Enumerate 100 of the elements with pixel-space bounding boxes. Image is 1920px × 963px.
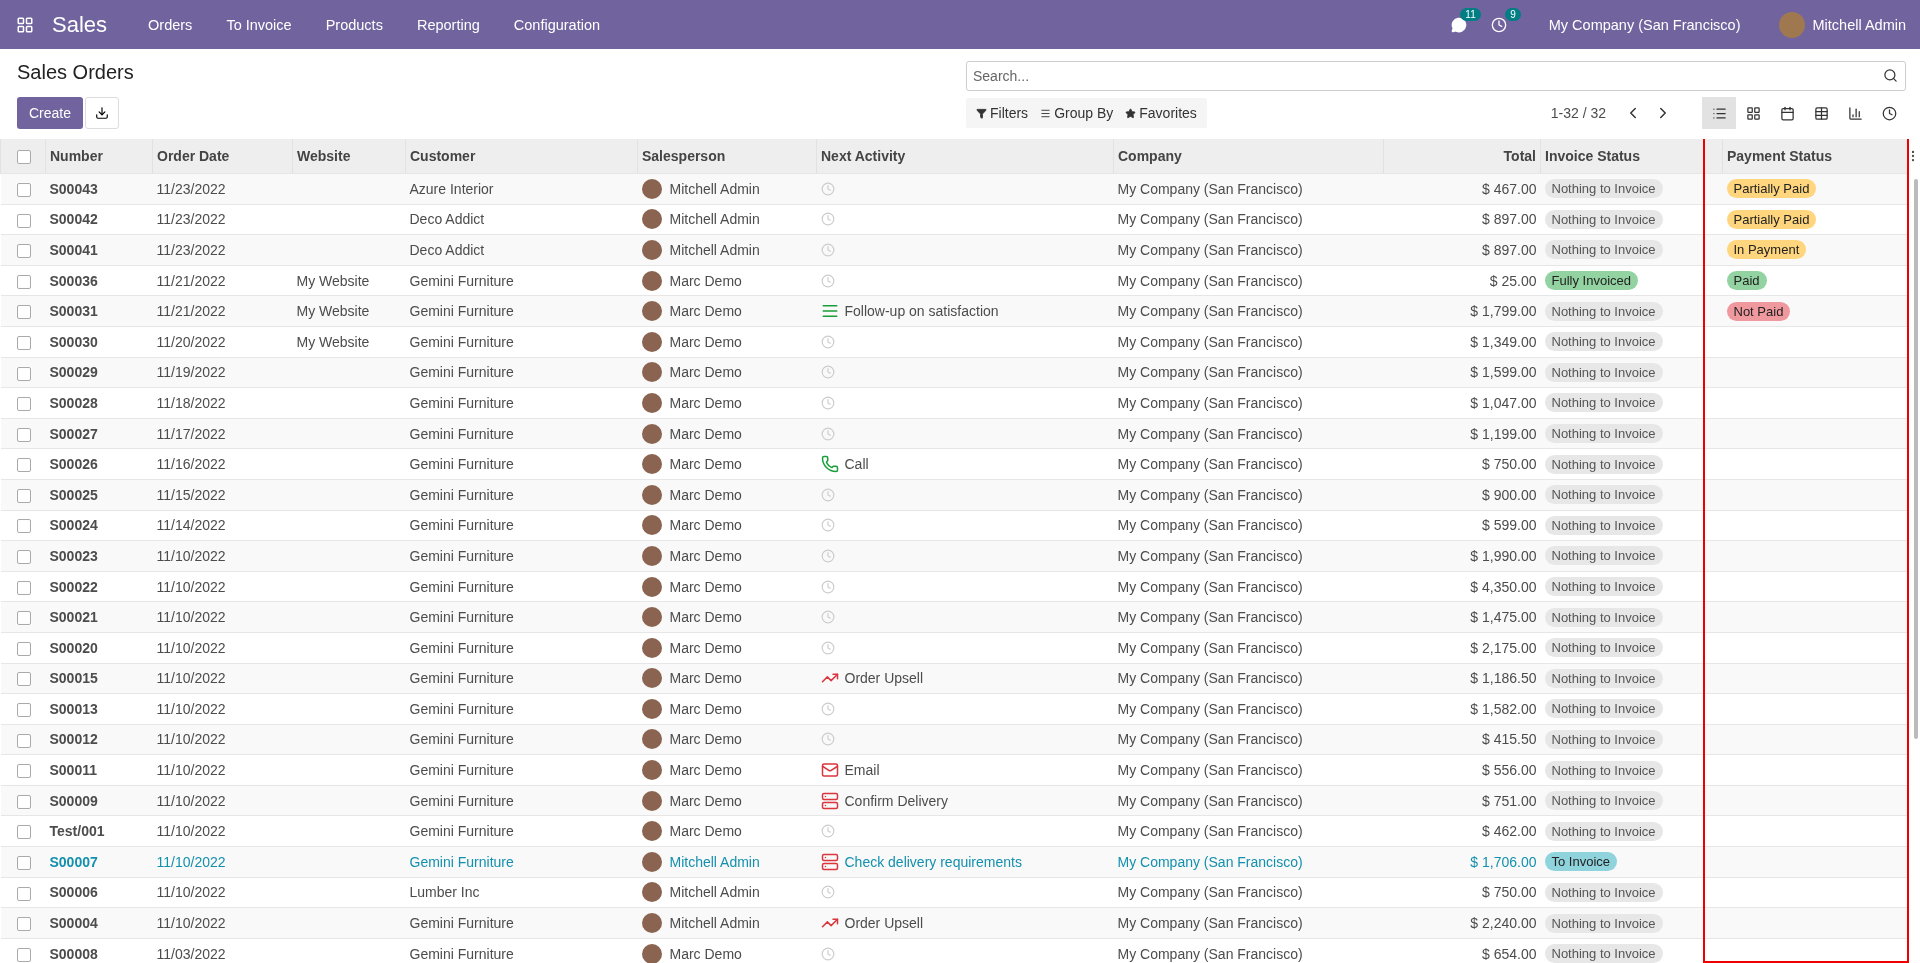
company-name: My Company (San Francisco): [1117, 394, 1303, 411]
company-name: My Company (San Francisco): [1117, 700, 1303, 717]
row-checkbox[interactable]: [16, 856, 31, 870]
nav-menu-item[interactable]: To Invoice: [209, 16, 309, 33]
company-name: My Company (San Francisco): [1117, 425, 1303, 442]
row-checkbox[interactable]: [16, 274, 31, 289]
row-checkbox[interactable]: [16, 335, 31, 350]
customer-name: Gemini Furniture: [409, 517, 514, 534]
order-number: S00036: [49, 272, 98, 289]
salesperson-name: Mitchell Admin: [669, 180, 760, 197]
column-header[interactable]: Salesperson: [637, 139, 817, 174]
row-checkbox[interactable]: [16, 488, 31, 503]
nav-menu-item[interactable]: Reporting: [399, 16, 497, 33]
order-total: $ 750.00: [1482, 456, 1537, 473]
avatar-placeholder: [1778, 11, 1805, 38]
phone-icon[interactable]: [820, 455, 839, 474]
envelope-icon[interactable]: [820, 761, 839, 780]
row-checkbox[interactable]: [16, 213, 31, 228]
order-date: 11/10/2022: [156, 609, 226, 626]
row-checkbox[interactable]: [16, 917, 31, 932]
filter-option-button[interactable]: Filters: [970, 105, 1035, 121]
column-header[interactable]: Company: [1113, 139, 1384, 174]
create-button[interactable]: Create: [17, 97, 84, 129]
download-button[interactable]: [85, 97, 120, 129]
row-checkbox[interactable]: [16, 427, 31, 442]
avatar-placeholder: [641, 270, 662, 291]
column-header[interactable]: Website: [292, 139, 406, 174]
salesperson-name: Marc Demo: [669, 303, 742, 320]
order-total: $ 1,199.00: [1470, 425, 1537, 442]
apps-menu-icon[interactable]: [16, 15, 34, 34]
list-view-view-button[interactable]: [1702, 97, 1736, 129]
order-total: $ 1,599.00: [1470, 364, 1537, 381]
column-header[interactable]: Invoice Status: [1540, 139, 1704, 174]
salesperson-name: Mitchell Admin: [669, 915, 760, 932]
nav-menu-item[interactable]: Orders: [131, 16, 210, 33]
order-date: 11/14/2022: [156, 517, 226, 534]
row-checkbox[interactable]: [16, 305, 31, 320]
row-checkbox[interactable]: [16, 244, 31, 259]
customer-name: Gemini Furniture: [409, 700, 514, 717]
stacked-bars-icon[interactable]: [820, 791, 839, 810]
company-name: My Company (San Francisco): [1117, 915, 1303, 932]
invoice-status-tag: Nothing to Invoice: [1544, 301, 1663, 321]
invoice-status-tag: Nothing to Invoice: [1544, 791, 1663, 811]
order-number: S00041: [49, 242, 98, 258]
customer-name: Gemini Furniture: [409, 609, 514, 626]
customer-name: Gemini Furniture: [409, 670, 514, 687]
row-checkbox[interactable]: [16, 458, 31, 473]
row-checkbox[interactable]: [16, 182, 31, 197]
nav-menu-item[interactable]: Configuration: [496, 16, 618, 33]
invoice-status-tag: Nothing to Invoice: [1544, 332, 1663, 352]
avatar-placeholder: [641, 515, 662, 536]
row-checkbox[interactable]: [16, 519, 31, 534]
search-field[interactable]: Search...: [966, 61, 1906, 91]
company-name: My Company (San Francisco): [1117, 578, 1303, 595]
row-checkbox[interactable]: [16, 886, 31, 901]
select-all-checkbox[interactable]: [17, 150, 31, 165]
row-checkbox[interactable]: [16, 397, 31, 412]
order-total: $ 415.50: [1482, 731, 1537, 748]
column-header[interactable]: Next Activity: [816, 139, 1114, 174]
row-checkbox[interactable]: [16, 611, 31, 626]
search-icon[interactable]: [1883, 68, 1898, 83]
user-menu[interactable]: Mitchell Admin: [1812, 16, 1906, 33]
chat-icon[interactable]: [1450, 16, 1467, 33]
scrollbar[interactable]: [1914, 179, 1918, 739]
company-switcher[interactable]: My Company (San Francisco): [1548, 16, 1741, 33]
column-header[interactable]: Payment Status: [1722, 139, 1909, 174]
row-checkbox[interactable]: [16, 825, 31, 840]
filter-option-button[interactable]: Group By: [1034, 105, 1120, 121]
star-icon: [1125, 107, 1137, 119]
row-checkbox[interactable]: [16, 794, 31, 809]
company-name: My Company (San Francisco): [1117, 303, 1303, 320]
salesperson-name: Marc Demo: [669, 823, 742, 840]
order-number: S00023: [49, 547, 98, 564]
row-checkbox[interactable]: [16, 580, 31, 595]
row-checkbox[interactable]: [16, 641, 31, 656]
row-checkbox[interactable]: [16, 366, 31, 381]
row-checkbox[interactable]: [16, 672, 31, 687]
column-header[interactable]: Order Date: [152, 139, 293, 174]
column-header[interactable]: Customer: [405, 139, 638, 174]
row-checkbox[interactable]: [16, 703, 31, 718]
order-date: 11/21/2022: [156, 272, 226, 289]
nav-menu-item[interactable]: Products: [308, 16, 400, 33]
invoice-status-tag: Nothing to Invoice: [1544, 485, 1663, 505]
order-date: 11/10/2022: [156, 578, 226, 595]
row-checkbox[interactable]: [16, 733, 31, 748]
column-header[interactable]: Total: [1383, 139, 1541, 174]
customer-name: Gemini Furniture: [409, 364, 514, 381]
row-checkbox[interactable]: [16, 948, 31, 963]
stacked-bars-icon[interactable]: [820, 852, 839, 871]
customer-name: Gemini Furniture: [409, 333, 514, 350]
filter-option-button[interactable]: Favorites: [1119, 105, 1203, 121]
column-header[interactable]: Number: [45, 139, 153, 174]
row-checkbox[interactable]: [16, 764, 31, 779]
order-date: 11/03/2022: [156, 945, 226, 962]
customer-name: Gemini Furniture: [409, 762, 514, 779]
company-name: My Company (San Francisco): [1117, 333, 1303, 350]
avatar-placeholder: [641, 209, 662, 230]
row-checkbox[interactable]: [16, 550, 31, 565]
order-date: 11/17/2022: [156, 425, 226, 442]
avatar-placeholder: [641, 362, 662, 383]
